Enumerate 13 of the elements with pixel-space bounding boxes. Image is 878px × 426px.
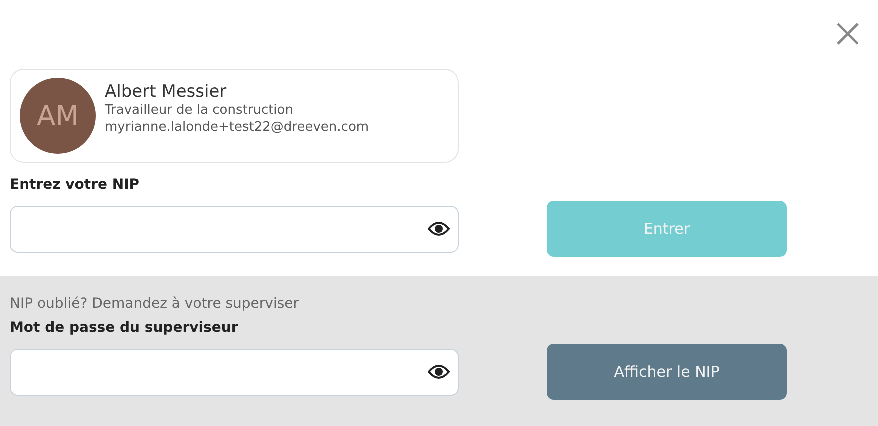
user-name: Albert Messier	[105, 82, 228, 102]
password-field[interactable]	[10, 348, 459, 396]
show-pin-button[interactable]: Afficher le NIP	[547, 344, 787, 400]
avatar: AM	[20, 78, 96, 154]
eye-icon[interactable]	[428, 221, 450, 237]
user-email: myrianne.lalonde+test22@dreeven.com	[105, 119, 370, 136]
field-label: Entrez votre NIP	[10, 177, 141, 193]
eye-icon[interactable]	[428, 364, 450, 380]
hint-text: NIP oublié? Demandez à votre superviser	[10, 296, 300, 312]
close-icon	[836, 22, 860, 46]
pin-field[interactable]	[10, 206, 459, 252]
user-role: Travailleur de la construction	[105, 102, 294, 119]
field-label: Mot de passe du superviseur	[10, 320, 240, 336]
